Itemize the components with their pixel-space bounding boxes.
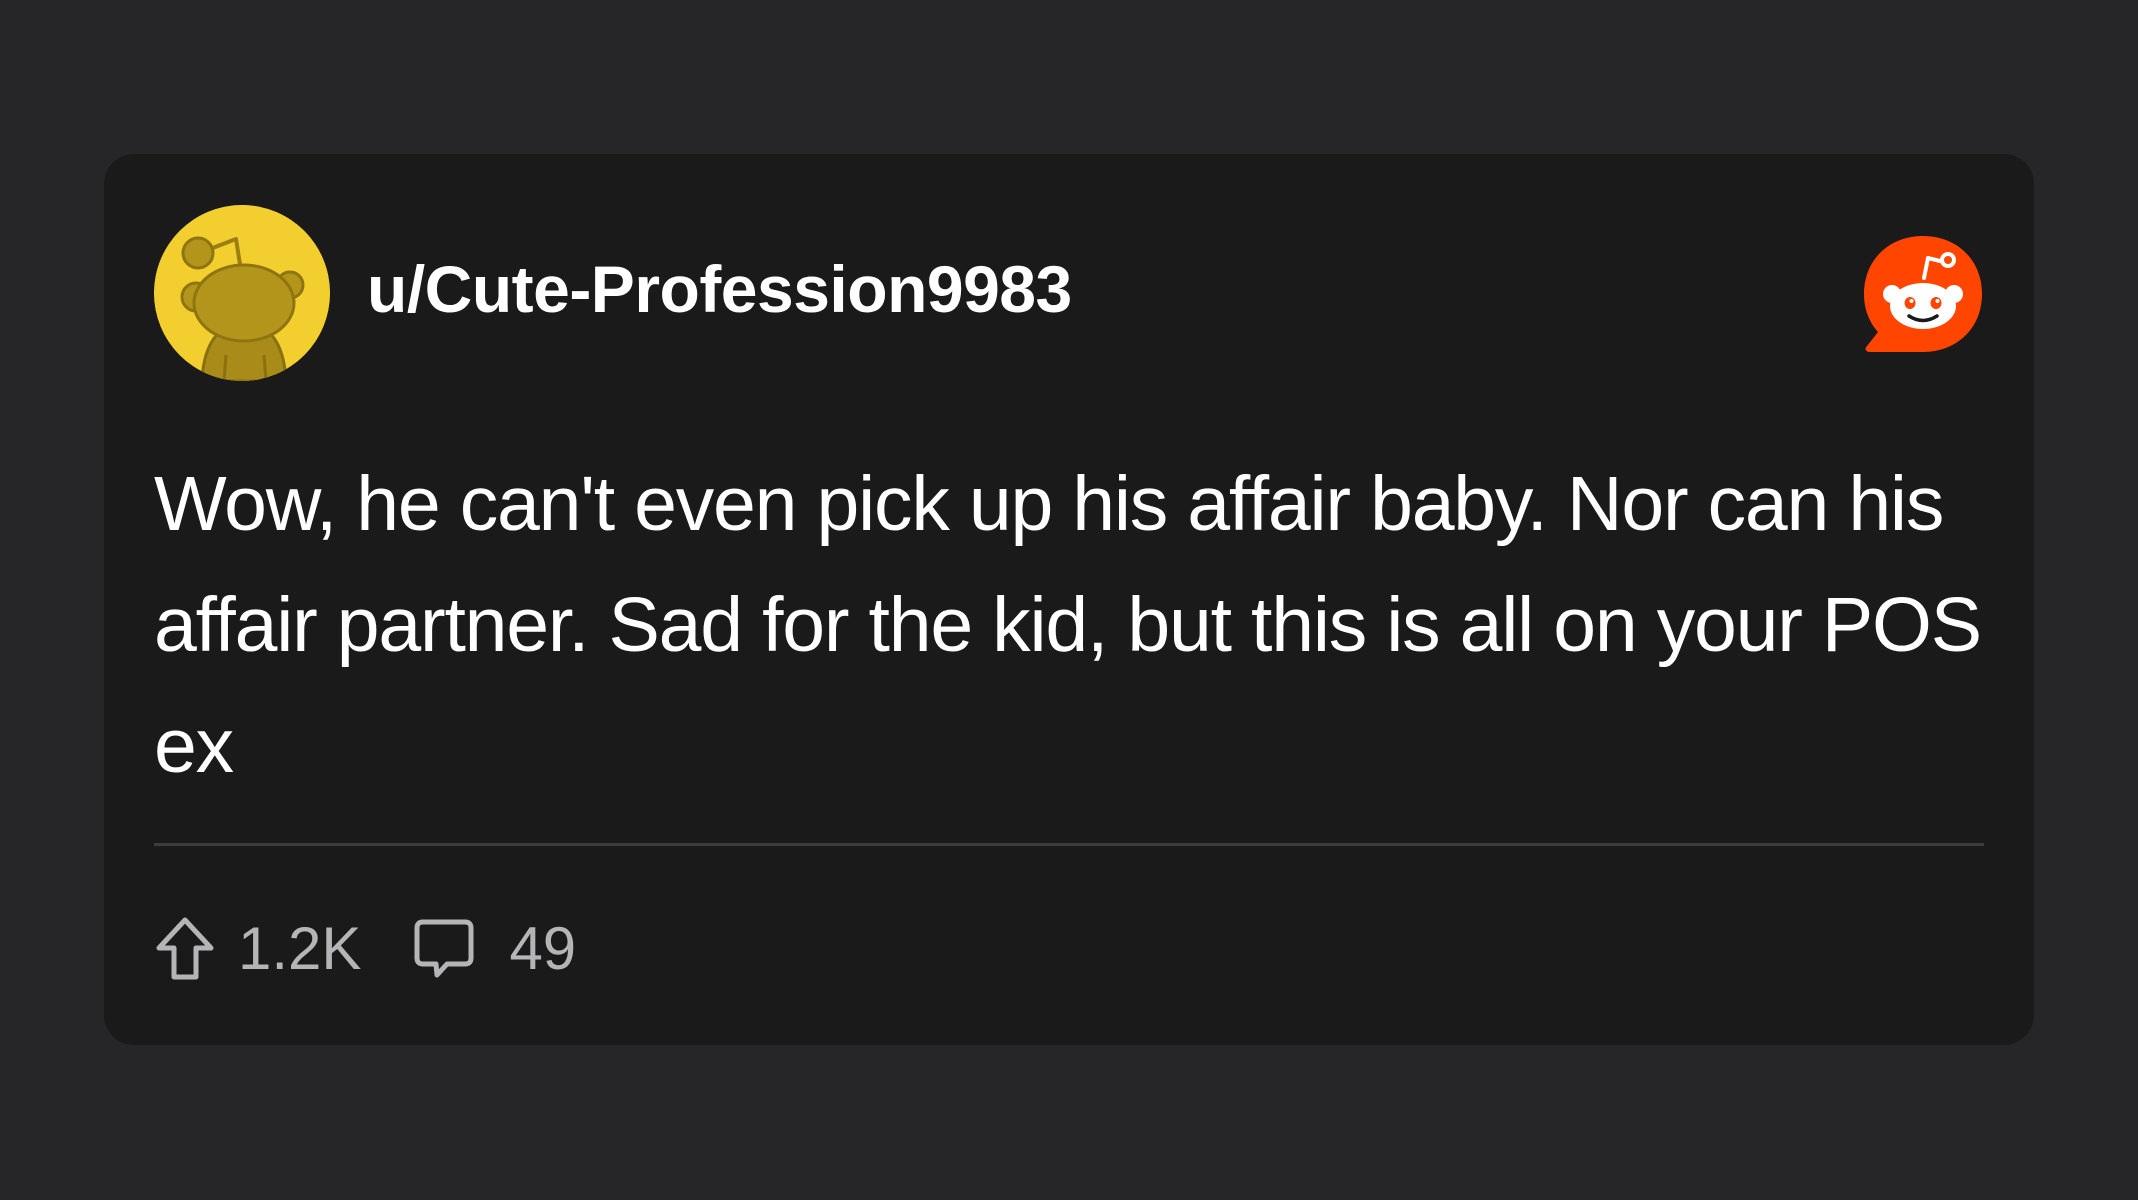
comment-bubble-icon [414, 919, 474, 978]
comment-count: 49 [509, 915, 577, 982]
divider [154, 843, 1984, 846]
post-card: u/Cute-Profession9983 Wow, he can't even… [104, 154, 2034, 1045]
upvote-arrow-icon [156, 917, 214, 980]
post-body-text: Wow, he can't even pick up his affair ba… [154, 461, 1982, 789]
snoo-avatar-icon [154, 205, 330, 381]
comment-button[interactable] [413, 918, 475, 980]
user-avatar[interactable] [154, 205, 330, 381]
upvote-button[interactable] [154, 916, 216, 982]
post-author-username[interactable]: u/Cute-Profession9983 [367, 249, 1072, 329]
reddit-logo-icon [1864, 236, 1982, 352]
post-footer: 1.2K 49 [154, 909, 576, 989]
reddit-logo[interactable] [1862, 234, 1984, 356]
upvote-count: 1.2K [238, 915, 362, 982]
